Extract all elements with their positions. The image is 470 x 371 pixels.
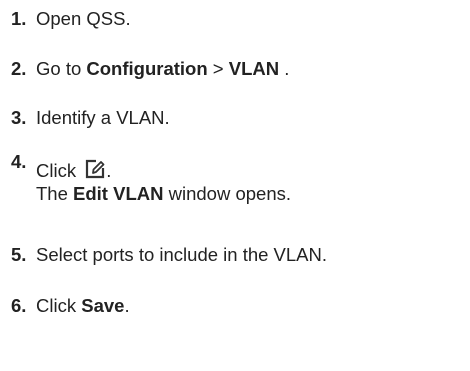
step-text-post: . — [124, 295, 130, 316]
edit-icon — [84, 158, 106, 180]
step-number: 4. — [11, 151, 27, 172]
step-number: 5. — [11, 244, 27, 265]
step-1: 1. Open QSS. — [11, 7, 131, 30]
step-text: Select ports to include in the VLAN. — [36, 244, 328, 265]
procedure-steps: 1. Open QSS. 2. Go to Configuration > VLAN… — [0, 0, 470, 371]
menu-vlan: VLAN — [228, 58, 280, 79]
save-label: Save — [81, 295, 125, 316]
step-4: 4. Click . The Edit VLAN window opens. — [11, 151, 291, 205]
menu-configuration: Configuration — [86, 58, 208, 79]
step-result: The Edit VLAN window opens. — [11, 182, 291, 205]
step-text: Identify a VLAN. — [36, 107, 170, 128]
step-6: 6. Click Save. — [11, 294, 130, 317]
step-number: 3. — [11, 107, 27, 128]
window-name: Edit VLAN — [73, 183, 164, 204]
result-text-post: window opens. — [163, 183, 292, 204]
step-3: 3. Identify a VLAN. — [11, 106, 170, 129]
step-text-post: . — [106, 160, 112, 181]
step-text-post: . — [279, 58, 290, 79]
step-2: 2. Go to Configuration > VLAN . — [11, 57, 289, 80]
step-5: 5. Select ports to include in the VLAN. — [11, 243, 327, 266]
step-text-pre: Click — [36, 295, 82, 316]
step-number: 6. — [11, 295, 27, 316]
step-number: 1. — [11, 8, 27, 29]
step-text-pre: Go to — [36, 58, 87, 79]
result-text-pre: The — [36, 183, 74, 204]
step-text: Open QSS. — [36, 8, 131, 29]
menu-separator: > — [207, 58, 229, 79]
step-text-pre: Click — [36, 160, 82, 181]
step-number: 2. — [11, 58, 27, 79]
